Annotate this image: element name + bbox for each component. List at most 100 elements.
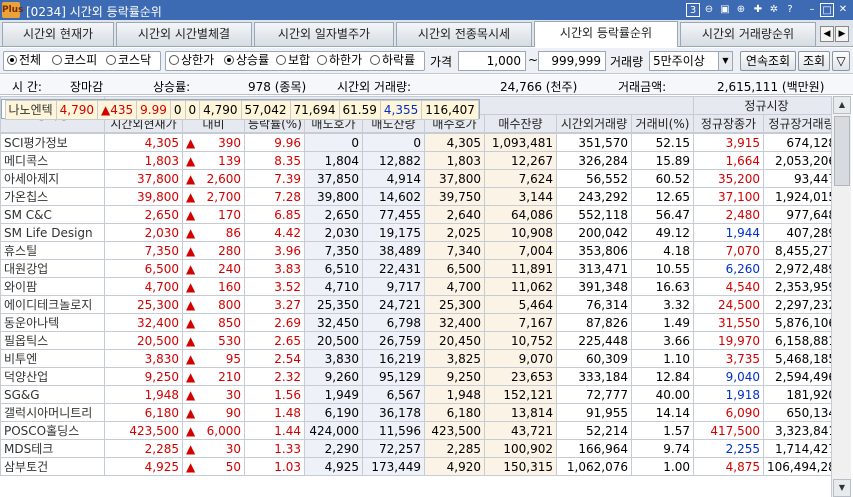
cell-stock-name[interactable]: 대원강업 (0, 259, 105, 278)
tab-after-hours-all-quotes[interactable]: 시간외 전종목시세 (396, 22, 532, 46)
cell-stock-name[interactable]: 동운아나텍 (0, 313, 105, 332)
table-row[interactable]: 덕양산업 9,250 ▲ 210 2.32 9,260 95,129 9,250 23,653 3… (0, 367, 841, 386)
scroll-thumb[interactable] (834, 116, 850, 186)
tab-after-hours-price[interactable]: 시간외 현재가 (2, 22, 114, 46)
cell-price: 3,830 (104, 349, 183, 368)
table-row[interactable]: 가온칩스 39,800 ▲ 2,700 7.28 39,800 14,602 39,750 3,… (0, 187, 841, 206)
cell-chg: ▲ 390 (182, 133, 245, 152)
vertical-scrollbar[interactable]: ▲ ▼ (831, 96, 851, 497)
table-row[interactable]: MDS테크 2,285 ▲ 30 1.33 2,290 72,257 2,285 100,902… (0, 439, 841, 458)
table-row[interactable]: 대원강업 6,500 ▲ 240 3.83 6,510 22,431 6,500 11,891 3… (0, 259, 841, 278)
price-to-input[interactable]: 999,999 (538, 51, 606, 71)
zoom-in-icon[interactable]: ⊕ (734, 3, 748, 17)
radio-market-all[interactable]: 전체 (7, 51, 41, 68)
cell-stock-name[interactable]: 갤럭시아머니트리 (0, 403, 105, 422)
summary-bar: 시 간: 장마감 상승률: 978 (종목) 시간외 거래량: 24,766 (… (0, 75, 853, 95)
table-row[interactable]: SM C&C 2,650 ▲ 170 6.85 2,650 77,455 2,640 64,08… (0, 205, 841, 224)
cell-price: 37,800 (104, 169, 183, 188)
cell-stock-name[interactable]: SG&G (0, 385, 105, 404)
table-row[interactable]: SCI평가정보 4,305 ▲ 390 9.96 0 0 4,305 1,093,481 351,… (0, 133, 841, 152)
table-row[interactable]: 동운아나텍 32,400 ▲ 850 2.69 32,450 6,798 32,400 7,16… (0, 313, 841, 332)
cell-vol: 91,955 (556, 403, 632, 422)
table-row[interactable]: 삼부토건 4,925 ▲ 50 1.03 4,925 173,449 4,920 150,315… (0, 457, 841, 476)
up-arrow-icon: ▲ (186, 279, 196, 294)
radio-type-fall-rate[interactable]: 하락률 (370, 51, 415, 68)
cell-askq: 9,717 (362, 277, 425, 296)
table-row[interactable]: 아세아제지 37,800 ▲ 2,600 7.39 37,850 4,914 37,800 7,… (0, 169, 841, 188)
minimize-icon[interactable]: – (805, 3, 819, 17)
table-row[interactable]: 와이팜 4,700 ▲ 160 3.52 4,710 9,717 4,700 11,062 391… (0, 277, 841, 296)
cell-bidq: 150,315 (484, 457, 557, 476)
header-col[interactable]: 정규장종가 (693, 114, 764, 133)
cell-stock-name[interactable]: 에이디테크놀로지 (0, 295, 105, 314)
link-icon[interactable]: ▣ (718, 3, 732, 17)
header-col[interactable]: 정규장거래량 (762, 114, 841, 133)
cell-bid: 4,700 (424, 277, 485, 296)
pin-icon[interactable]: ✚ (751, 3, 765, 17)
tab-after-hours-volume-rank[interactable]: 시간외 거래량순위 (680, 22, 816, 46)
cell-stock-name[interactable]: 삼부토건 (0, 457, 105, 476)
table-row[interactable]: 갤럭시아머니트리 6,180 ▲ 90 1.48 6,190 36,178 6,180 13,8… (0, 403, 841, 422)
filter-funnel-icon[interactable]: ▽ (832, 51, 850, 71)
help-icon[interactable]: ? (783, 3, 797, 17)
radio-type-flat[interactable]: 보합 (276, 51, 310, 68)
radio-type-lower-limit[interactable]: 하한가 (317, 51, 362, 68)
cell-stock-name[interactable]: 가온칩스 (0, 187, 105, 206)
continuous-query-button[interactable]: 연속조회 (740, 51, 796, 71)
price-from-input[interactable]: 1,000 (458, 51, 526, 71)
table-row[interactable]: 휴스틸 7,350 ▲ 280 3.96 7,350 38,489 7,340 7,004 353… (0, 241, 841, 260)
cell-stock-name[interactable]: 휴스틸 (0, 241, 105, 260)
cell-stock-name[interactable]: 아세아제지 (0, 169, 105, 188)
query-button[interactable]: 조회 (798, 51, 830, 71)
volume-select[interactable]: 5만주이상 ▼ (649, 51, 733, 71)
cell-stock-name[interactable]: SM Life Design (0, 223, 105, 242)
cell-stock-name[interactable]: POSCO홀딩스 (0, 421, 105, 440)
cell-cvol: 5,876,106 (762, 313, 841, 332)
zoom-out-icon[interactable]: ⊖ (702, 3, 716, 17)
cell-stock-name[interactable]: 와이팜 (0, 277, 105, 296)
cell-stock-name[interactable]: SM C&C (0, 205, 105, 224)
cell-askq: 22,431 (362, 259, 425, 278)
window-count-badge[interactable]: 3 (686, 3, 700, 17)
cell-rate: 4.42 (244, 223, 305, 242)
tab-prev-icon[interactable]: ◀ (820, 26, 834, 42)
scroll-down-icon[interactable]: ▼ (833, 479, 851, 497)
settings-icon[interactable]: ✲ (767, 3, 781, 17)
cell-stock-name[interactable]: 필옵틱스 (0, 331, 105, 350)
table-row[interactable]: 에이디테크놀로지 25,300 ▲ 800 3.27 25,350 24,721 25,300… (0, 295, 841, 314)
tab-after-hours-daily-price[interactable]: 시간외 일자별주가 (254, 22, 394, 46)
table-row[interactable]: SG&G 1,948 ▲ 30 1.56 1,949 6,567 1,948 152,121 72… (0, 385, 841, 404)
table-row[interactable]: 나노엔텍 4,790 ▲ 435 9.99 0 0 4,790 57,042 71,694 61.5… (0, 99, 480, 120)
cell-ask: 424,000 (304, 421, 363, 440)
radio-market-kosdaq[interactable]: 코스닥 (106, 51, 151, 68)
table-row[interactable]: 필옵틱스 20,500 ▲ 530 2.65 20,500 26,759 20,450 10,7… (0, 331, 841, 350)
up-arrow-icon: ▲ (186, 405, 196, 420)
table-row[interactable]: SM Life Design 2,030 ▲ 86 4.42 2,030 19,175 2,0… (0, 223, 841, 242)
table-row[interactable]: POSCO홀딩스 423,500 ▲ 6,000 1.44 424,000 11,596 42… (0, 421, 841, 440)
table-row[interactable]: 비투엔 3,830 ▲ 95 2.54 3,830 16,219 3,825 9,070 60,3… (0, 349, 841, 368)
tab-next-icon[interactable]: ▶ (835, 26, 849, 42)
cell-stock-name[interactable]: SCI평가정보 (0, 133, 105, 152)
cell-bidq: 7,624 (484, 169, 557, 188)
tab-after-hours-rate-rank[interactable]: 시간외 등락률순위 (534, 21, 678, 47)
maximize-icon[interactable]: □ (820, 3, 834, 17)
window-title: [0234] 시간외 등락률순위 (26, 5, 162, 19)
scroll-up-icon[interactable]: ▲ (833, 96, 851, 114)
cell-stock-name[interactable]: 나노엔텍 (4, 100, 57, 120)
radio-type-rise-rate[interactable]: 상승률 (224, 51, 269, 68)
radio-type-upper-limit[interactable]: 상한가 (169, 51, 214, 68)
cell-ask: 3,830 (304, 349, 363, 368)
cell-stock-name[interactable]: 덕양산업 (0, 367, 105, 386)
table-row[interactable]: 메디콕스 1,803 ▲ 139 8.35 1,804 12,882 1,803 12,267 3… (0, 151, 841, 170)
cell-price: 2,650 (104, 205, 183, 224)
cell-stock-name[interactable]: 비투엔 (0, 349, 105, 368)
radio-market-kospi[interactable]: 코스피 (52, 51, 97, 68)
cell-stock-name[interactable]: MDS테크 (0, 439, 105, 458)
close-icon[interactable]: ✕ (836, 3, 850, 17)
tab-after-hours-time-trades[interactable]: 시간외 시간별체결 (116, 22, 252, 46)
cell-stock-name[interactable]: 메디콕스 (0, 151, 105, 170)
header-col[interactable]: 매수잔량 (484, 114, 557, 133)
header-col[interactable]: 시간외거래량 (556, 114, 632, 133)
header-col[interactable]: 거래비(%) (631, 114, 694, 133)
cell-chg: ▲ 2,700 (182, 187, 245, 206)
